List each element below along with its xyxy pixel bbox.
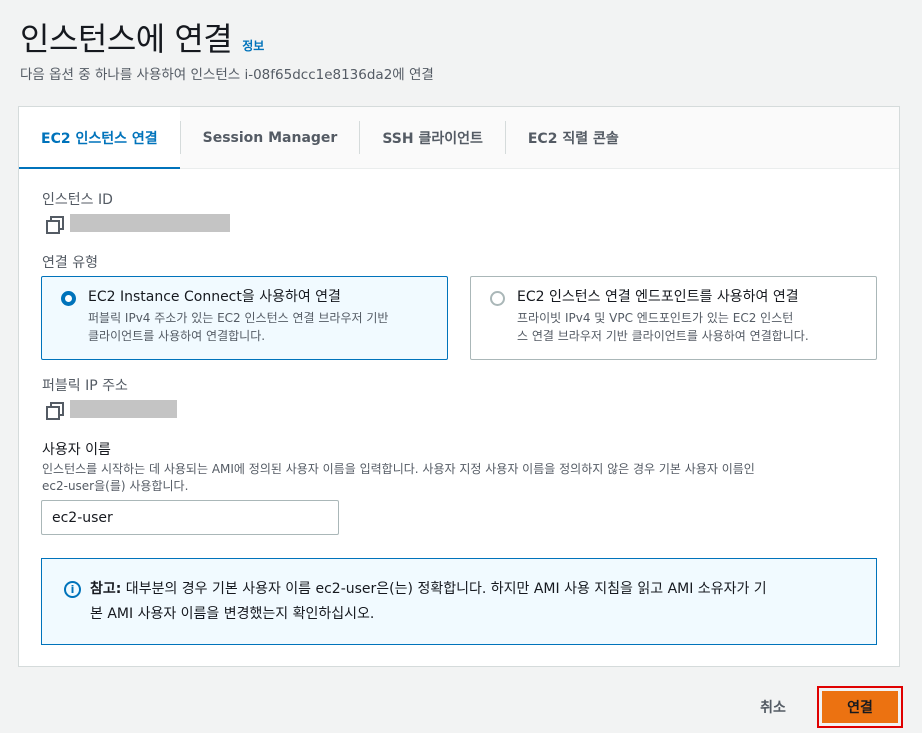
public-ip-label: 퍼블릭 IP 주소 xyxy=(42,378,128,394)
copy-icon[interactable] xyxy=(44,214,64,234)
instance-id-label: 인스턴스 ID xyxy=(42,192,113,208)
connection-type-label: 연결 유형 xyxy=(42,255,98,271)
note-alert: i 참고: 대부분의 경우 기본 사용자 이름 ec2-user은(는) 정확합… xyxy=(41,558,877,645)
tab-bar: EC2 인스턴스 연결 Session Manager SSH 클라이언트 EC… xyxy=(19,107,899,169)
option-title: EC2 Instance Connect을 사용하여 연결 xyxy=(88,289,341,305)
note-bold: 참고: xyxy=(90,581,122,597)
option-endpoint[interactable]: EC2 인스턴스 연결 엔드포인트를 사용하여 연결 프라이빗 IPv4 및 V… xyxy=(470,276,877,360)
username-desc-line: 인스턴스를 시작하는 데 사용되는 AMI에 정의된 사용자 이름을 입력합니다… xyxy=(42,462,755,476)
note-line: 대부분의 경우 기본 사용자 이름 ec2-user은(는) 정확합니다. 하지… xyxy=(121,581,767,597)
option-desc-line: 퍼블릭 IPv4 주소가 있는 EC2 인스턴스 연결 브라우저 기반 xyxy=(88,311,389,325)
option-desc-line: 클라이언트를 사용하여 연결합니다. xyxy=(88,329,266,343)
option-title: EC2 인스턴스 연결 엔드포인트를 사용하여 연결 xyxy=(517,289,799,305)
page-title: 인스턴스에 연결 정보 xyxy=(20,14,264,60)
instance-id-row xyxy=(44,214,230,234)
radio-selected[interactable] xyxy=(61,291,76,306)
note-line: 본 AMI 사용자 이름을 변경했는지 확인하십시오. xyxy=(90,606,375,622)
public-ip-redacted xyxy=(70,400,177,418)
tab-session-manager[interactable]: Session Manager xyxy=(181,107,360,168)
username-desc-line: ec2-user을(를) 사용합니다. xyxy=(42,479,189,493)
username-input[interactable] xyxy=(41,500,339,535)
instance-id-redacted xyxy=(70,214,230,232)
note-text: 참고: 대부분의 경우 기본 사용자 이름 ec2-user은(는) 정확합니다… xyxy=(90,577,856,627)
option-description: 퍼블릭 IPv4 주소가 있는 EC2 인스턴스 연결 브라우저 기반 클라이언… xyxy=(88,309,433,345)
username-label: 사용자 이름 xyxy=(42,442,111,458)
option-description: 프라이빗 IPv4 및 VPC 엔드포인트가 있는 EC2 인스턴 스 연결 브… xyxy=(517,309,862,345)
option-ec2-instance-connect[interactable]: EC2 Instance Connect을 사용하여 연결 퍼블릭 IPv4 주… xyxy=(41,276,448,360)
tab-ec2-instance-connect[interactable]: EC2 인스턴스 연결 xyxy=(19,107,180,169)
tab-serial-console[interactable]: EC2 직렬 콘솔 xyxy=(506,107,641,168)
page-heading: 인스턴스에 연결 xyxy=(20,20,233,58)
connect-panel: EC2 인스턴스 연결 Session Manager SSH 클라이언트 EC… xyxy=(18,106,900,667)
option-desc-line: 스 연결 브라우저 기반 클라이언트를 사용하여 연결합니다. xyxy=(517,329,809,343)
public-ip-row xyxy=(44,400,177,420)
page-subtitle: 다음 옵션 중 하나를 사용하여 인스턴스 i-08f65dcc1e8136da… xyxy=(20,67,434,83)
info-link[interactable]: 정보 xyxy=(242,37,264,54)
info-circle-icon: i xyxy=(64,581,81,598)
option-desc-line: 프라이빗 IPv4 및 VPC 엔드포인트가 있는 EC2 인스턴 xyxy=(517,311,794,325)
connect-button-highlight: 연결 xyxy=(817,686,903,728)
connect-button[interactable]: 연결 xyxy=(822,691,898,723)
tab-ssh-client[interactable]: SSH 클라이언트 xyxy=(360,107,505,168)
copy-icon[interactable] xyxy=(44,400,64,420)
username-description: 인스턴스를 시작하는 데 사용되는 AMI에 정의된 사용자 이름을 입력합니다… xyxy=(42,461,892,495)
cancel-button[interactable]: 취소 xyxy=(745,692,801,722)
radio-unselected[interactable] xyxy=(490,291,505,306)
